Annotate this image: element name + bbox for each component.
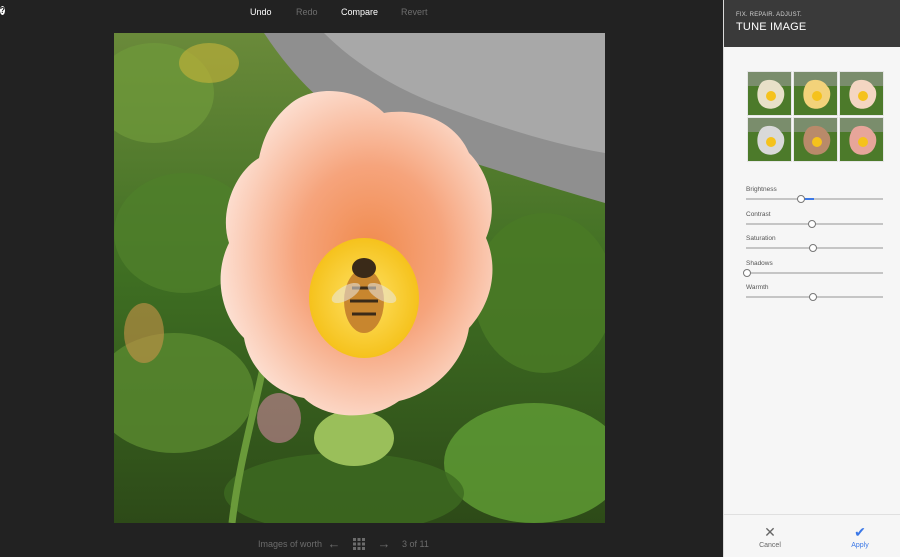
apply-label: Apply bbox=[851, 542, 869, 549]
panel-subtitle: FIX. REPAIR. ADJUST. bbox=[736, 12, 802, 18]
help-icon[interactable]: ? bbox=[0, 6, 5, 15]
cancel-label: Cancel bbox=[759, 542, 781, 549]
compare-button[interactable]: Compare bbox=[341, 6, 378, 18]
brightness-slider: Brightness bbox=[746, 186, 883, 211]
tune-image-panel: FIX. REPAIR. ADJUST. TUNE IMAGE Brightne… bbox=[723, 0, 900, 557]
brightness-handle[interactable] bbox=[796, 195, 805, 203]
cancel-button[interactable]: ✕ Cancel bbox=[745, 525, 795, 549]
close-icon: ✕ bbox=[764, 524, 776, 540]
saturation-track[interactable] bbox=[746, 244, 883, 252]
apply-button[interactable]: ✔ Apply bbox=[835, 525, 885, 549]
revert-button[interactable]: Revert bbox=[401, 6, 428, 18]
shadows-handle[interactable] bbox=[743, 268, 752, 277]
editor-area: Undo Redo Compare Revert ? Images of wor… bbox=[0, 0, 723, 557]
saturation-slider: Saturation bbox=[746, 235, 883, 260]
saturation-handle[interactable] bbox=[809, 244, 818, 252]
panel-header: FIX. REPAIR. ADJUST. TUNE IMAGE bbox=[724, 0, 900, 47]
preset-thumbnail-2[interactable] bbox=[793, 71, 838, 116]
arrow-left-icon[interactable]: ← bbox=[327, 537, 341, 551]
warmth-handle[interactable] bbox=[809, 293, 818, 301]
saturation-label: Saturation bbox=[746, 235, 776, 242]
undo-button[interactable]: Undo bbox=[250, 6, 272, 18]
page-counter: 3 of 11 bbox=[402, 539, 429, 549]
shadows-label: Shadows bbox=[746, 259, 773, 267]
redo-button[interactable]: Redo bbox=[296, 6, 318, 18]
grid-icon[interactable] bbox=[352, 537, 366, 551]
preset-thumbnail-1[interactable] bbox=[747, 71, 792, 116]
panel-footer: ✕ Cancel ✔ Apply bbox=[724, 514, 900, 557]
warmth-track[interactable] bbox=[746, 293, 883, 301]
arrow-right-icon[interactable]: → bbox=[377, 537, 391, 551]
adjustment-sliders: Brightness Contrast Saturation Shadows W… bbox=[743, 186, 883, 309]
brightness-track[interactable] bbox=[746, 195, 883, 203]
preset-thumbnail-3[interactable] bbox=[839, 71, 884, 116]
checkmark-icon: ✔ bbox=[854, 524, 866, 540]
preset-thumbnail-5[interactable] bbox=[793, 117, 838, 162]
contrast-slider: Contrast bbox=[746, 211, 883, 236]
warmth-label: Warmth bbox=[746, 284, 769, 291]
shadows-slider: Shadows bbox=[743, 259, 883, 285]
preset-thumbnail-4[interactable] bbox=[747, 117, 792, 162]
panel-title: TUNE IMAGE bbox=[736, 21, 807, 33]
shadows-track[interactable] bbox=[743, 268, 883, 277]
poppy-bee-photo bbox=[114, 33, 605, 523]
contrast-track[interactable] bbox=[746, 219, 883, 228]
contrast-handle[interactable] bbox=[807, 219, 816, 228]
album-title[interactable]: Images of worth bbox=[258, 539, 322, 549]
toolbar: Undo Redo Compare Revert ? bbox=[0, 0, 723, 24]
preset-thumbnail-6[interactable] bbox=[839, 117, 884, 162]
brightness-label: Brightness bbox=[746, 186, 777, 193]
warmth-slider: Warmth bbox=[746, 284, 883, 309]
image-navigation: Images of worth ← → 3 of 11 bbox=[0, 536, 723, 554]
contrast-label: Contrast bbox=[746, 210, 771, 218]
photo-canvas bbox=[114, 33, 605, 523]
